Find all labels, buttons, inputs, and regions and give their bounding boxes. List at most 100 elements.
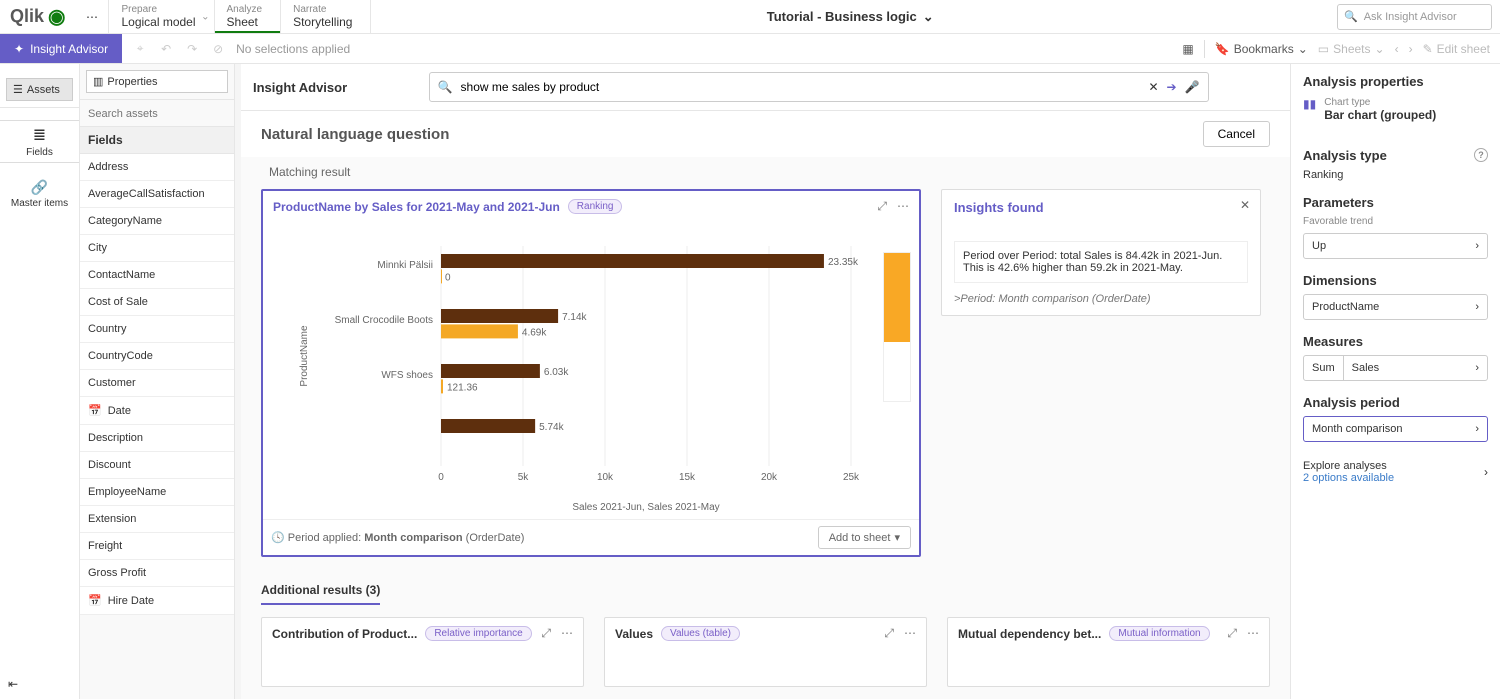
additional-card[interactable]: Values Values (table) ⤢ ⋯	[604, 617, 927, 687]
properties-toggle[interactable]: ▥Properties	[86, 70, 228, 93]
step-back-icon[interactable]: ↶	[158, 41, 174, 57]
more-icon[interactable]: ⋯	[897, 199, 909, 214]
field-item[interactable]: 📅Hire Date	[80, 587, 234, 615]
ask-insight-search[interactable]: 🔍 Ask Insight Advisor	[1337, 4, 1492, 30]
dimension-select[interactable]: ProductName›	[1303, 294, 1488, 320]
cancel-button[interactable]: Cancel	[1203, 121, 1270, 147]
assets-toggle[interactable]: ☰Assets	[6, 78, 73, 101]
more-icon[interactable]: ⋯	[904, 626, 916, 641]
selections-area: ⌖ ↶ ↷ ⊘ No selections applied	[122, 34, 1172, 63]
measure-agg[interactable]: Sum	[1304, 356, 1344, 380]
field-label: Date	[108, 405, 131, 417]
svg-text:7.14k: 7.14k	[562, 312, 587, 323]
fav-trend-label: Favorable trend	[1303, 216, 1488, 227]
additional-card[interactable]: Contribution of Product...Relative impor…	[261, 617, 584, 687]
next-sheet-icon[interactable]: ›	[1409, 42, 1413, 56]
chevron-down-icon: ⌄	[923, 9, 934, 25]
search-icon: 🔍	[1344, 10, 1358, 23]
app-title[interactable]: Tutorial - Business logic ⌄	[371, 0, 1329, 33]
bookmarks-label: Bookmarks	[1234, 42, 1294, 56]
microphone-icon[interactable]: 🎤	[1185, 80, 1200, 94]
field-item[interactable]: Freight	[80, 533, 234, 560]
sheets-button[interactable]: ▭ Sheets ⌄	[1318, 42, 1385, 56]
logo-q-icon: ◉	[48, 4, 65, 29]
field-item[interactable]: City	[80, 235, 234, 262]
star-icon: ✦	[14, 42, 24, 56]
add-card-title: Values	[615, 627, 653, 641]
close-icon[interactable]: ✕	[1240, 198, 1250, 212]
matching-label: Matching result	[269, 165, 1270, 179]
app-menu-button[interactable]: ⋯	[75, 0, 109, 33]
chevron-down-icon: ⌄	[1375, 42, 1385, 56]
explore-analyses[interactable]: Explore analyses 2 options available ›	[1303, 460, 1488, 484]
rail-fields[interactable]: ≣ Fields	[0, 120, 79, 163]
smart-search-icon[interactable]: ⌖	[132, 41, 148, 57]
fav-trend-value: Up	[1312, 240, 1326, 252]
measure-select[interactable]: Sum Sales ›	[1303, 355, 1488, 381]
fav-trend-select[interactable]: Up ›	[1303, 233, 1488, 259]
prev-sheet-icon[interactable]: ‹	[1395, 42, 1399, 56]
clear-selections-icon[interactable]: ⊘	[210, 41, 226, 57]
add-card-badge: Values (table)	[661, 626, 740, 641]
query-input[interactable]	[461, 80, 1141, 94]
add-to-sheet-button[interactable]: Add to sheet ▾	[818, 526, 911, 549]
results-area[interactable]: Matching result ProductName by Sales for…	[241, 157, 1290, 699]
qlik-logo[interactable]: Qlik ◉	[0, 0, 75, 33]
edit-sheet-button[interactable]: ✎ Edit sheet	[1423, 42, 1490, 56]
rail-fields-label: Fields	[26, 147, 53, 158]
field-list[interactable]: AddressAverageCallSatisfaction CategoryNa…	[80, 154, 234, 699]
field-item[interactable]: Extension	[80, 506, 234, 533]
more-icon[interactable]: ⋯	[1247, 626, 1259, 641]
field-item[interactable]: Discount	[80, 452, 234, 479]
matching-result-card[interactable]: ProductName by Sales for 2021-May and 20…	[261, 189, 921, 557]
more-icon[interactable]: ⋯	[561, 626, 573, 641]
ranking-badge: Ranking	[568, 199, 623, 214]
bar-chart[interactable]: 05k10k15k20k25kMinnki Pälsii23.35k0Small…	[273, 226, 909, 516]
field-item[interactable]: Customer	[80, 370, 234, 397]
bookmarks-button[interactable]: 🔖 Bookmarks ⌄	[1215, 42, 1308, 56]
clear-icon[interactable]: ✕	[1148, 80, 1158, 94]
field-item[interactable]: AverageCallSatisfaction	[80, 181, 234, 208]
expand-icon[interactable]: ⤢	[541, 626, 551, 641]
rail-master-items[interactable]: 🔗 Master items	[0, 175, 79, 213]
analysis-period-value: Month comparison	[1312, 423, 1403, 435]
field-item[interactable]: Cost of Sale	[80, 289, 234, 316]
insights-card: Insights found ✕ Period over Period: tot…	[941, 189, 1261, 316]
expand-icon[interactable]: ⤢	[884, 626, 894, 641]
field-item[interactable]: Gross Profit	[80, 560, 234, 587]
expand-icon[interactable]: ⤢	[1227, 626, 1237, 641]
chart-footer: 🕓 Period applied: Month comparison (Orde…	[263, 519, 919, 555]
sheets-label: Sheets	[1333, 42, 1370, 56]
chevron-right-icon: ›	[1475, 240, 1479, 252]
field-item[interactable]: EmployeeName	[80, 479, 234, 506]
field-item[interactable]: Country	[80, 316, 234, 343]
insight-advisor-button[interactable]: ✦ Insight Advisor	[0, 34, 122, 63]
selections-tool-icon[interactable]: ▦	[1182, 42, 1193, 56]
help-icon[interactable]: ?	[1474, 148, 1488, 162]
query-box[interactable]: 🔍 ✕ ➔ 🎤	[429, 72, 1209, 102]
search-assets-input[interactable]	[88, 108, 226, 120]
search-assets[interactable]	[80, 100, 234, 127]
field-item[interactable]: CountryCode	[80, 343, 234, 370]
collapse-rail-icon[interactable]: ⇤	[8, 677, 18, 691]
submit-arrow-icon[interactable]: ➔	[1167, 80, 1177, 94]
field-item[interactable]: ContactName	[80, 262, 234, 289]
additional-results-header[interactable]: Additional results (3)	[261, 577, 380, 605]
properties-icon: ▥	[93, 75, 103, 88]
field-item[interactable]: 📅Date	[80, 397, 234, 425]
additional-card[interactable]: Mutual dependency bet...Mutual informati…	[947, 617, 1270, 687]
step-forward-icon[interactable]: ↷	[184, 41, 200, 57]
tab-narrate[interactable]: Narrate Storytelling	[281, 0, 371, 33]
analysis-period-select[interactable]: Month comparison›	[1303, 416, 1488, 442]
tab-analyze[interactable]: Analyze Sheet	[215, 0, 282, 33]
chevron-down-icon[interactable]: ⌄	[201, 11, 209, 22]
field-item[interactable]: Address	[80, 154, 234, 181]
tab-prepare[interactable]: Prepare Logical model ⌄	[109, 0, 214, 33]
field-item[interactable]: Description	[80, 425, 234, 452]
svg-text:20k: 20k	[761, 472, 778, 483]
expand-icon[interactable]: ⤢	[877, 199, 887, 214]
chart-minimap[interactable]	[883, 252, 911, 402]
field-label: CategoryName	[88, 215, 162, 227]
field-item[interactable]: CategoryName	[80, 208, 234, 235]
period-applied-label: Period applied:	[288, 532, 361, 544]
